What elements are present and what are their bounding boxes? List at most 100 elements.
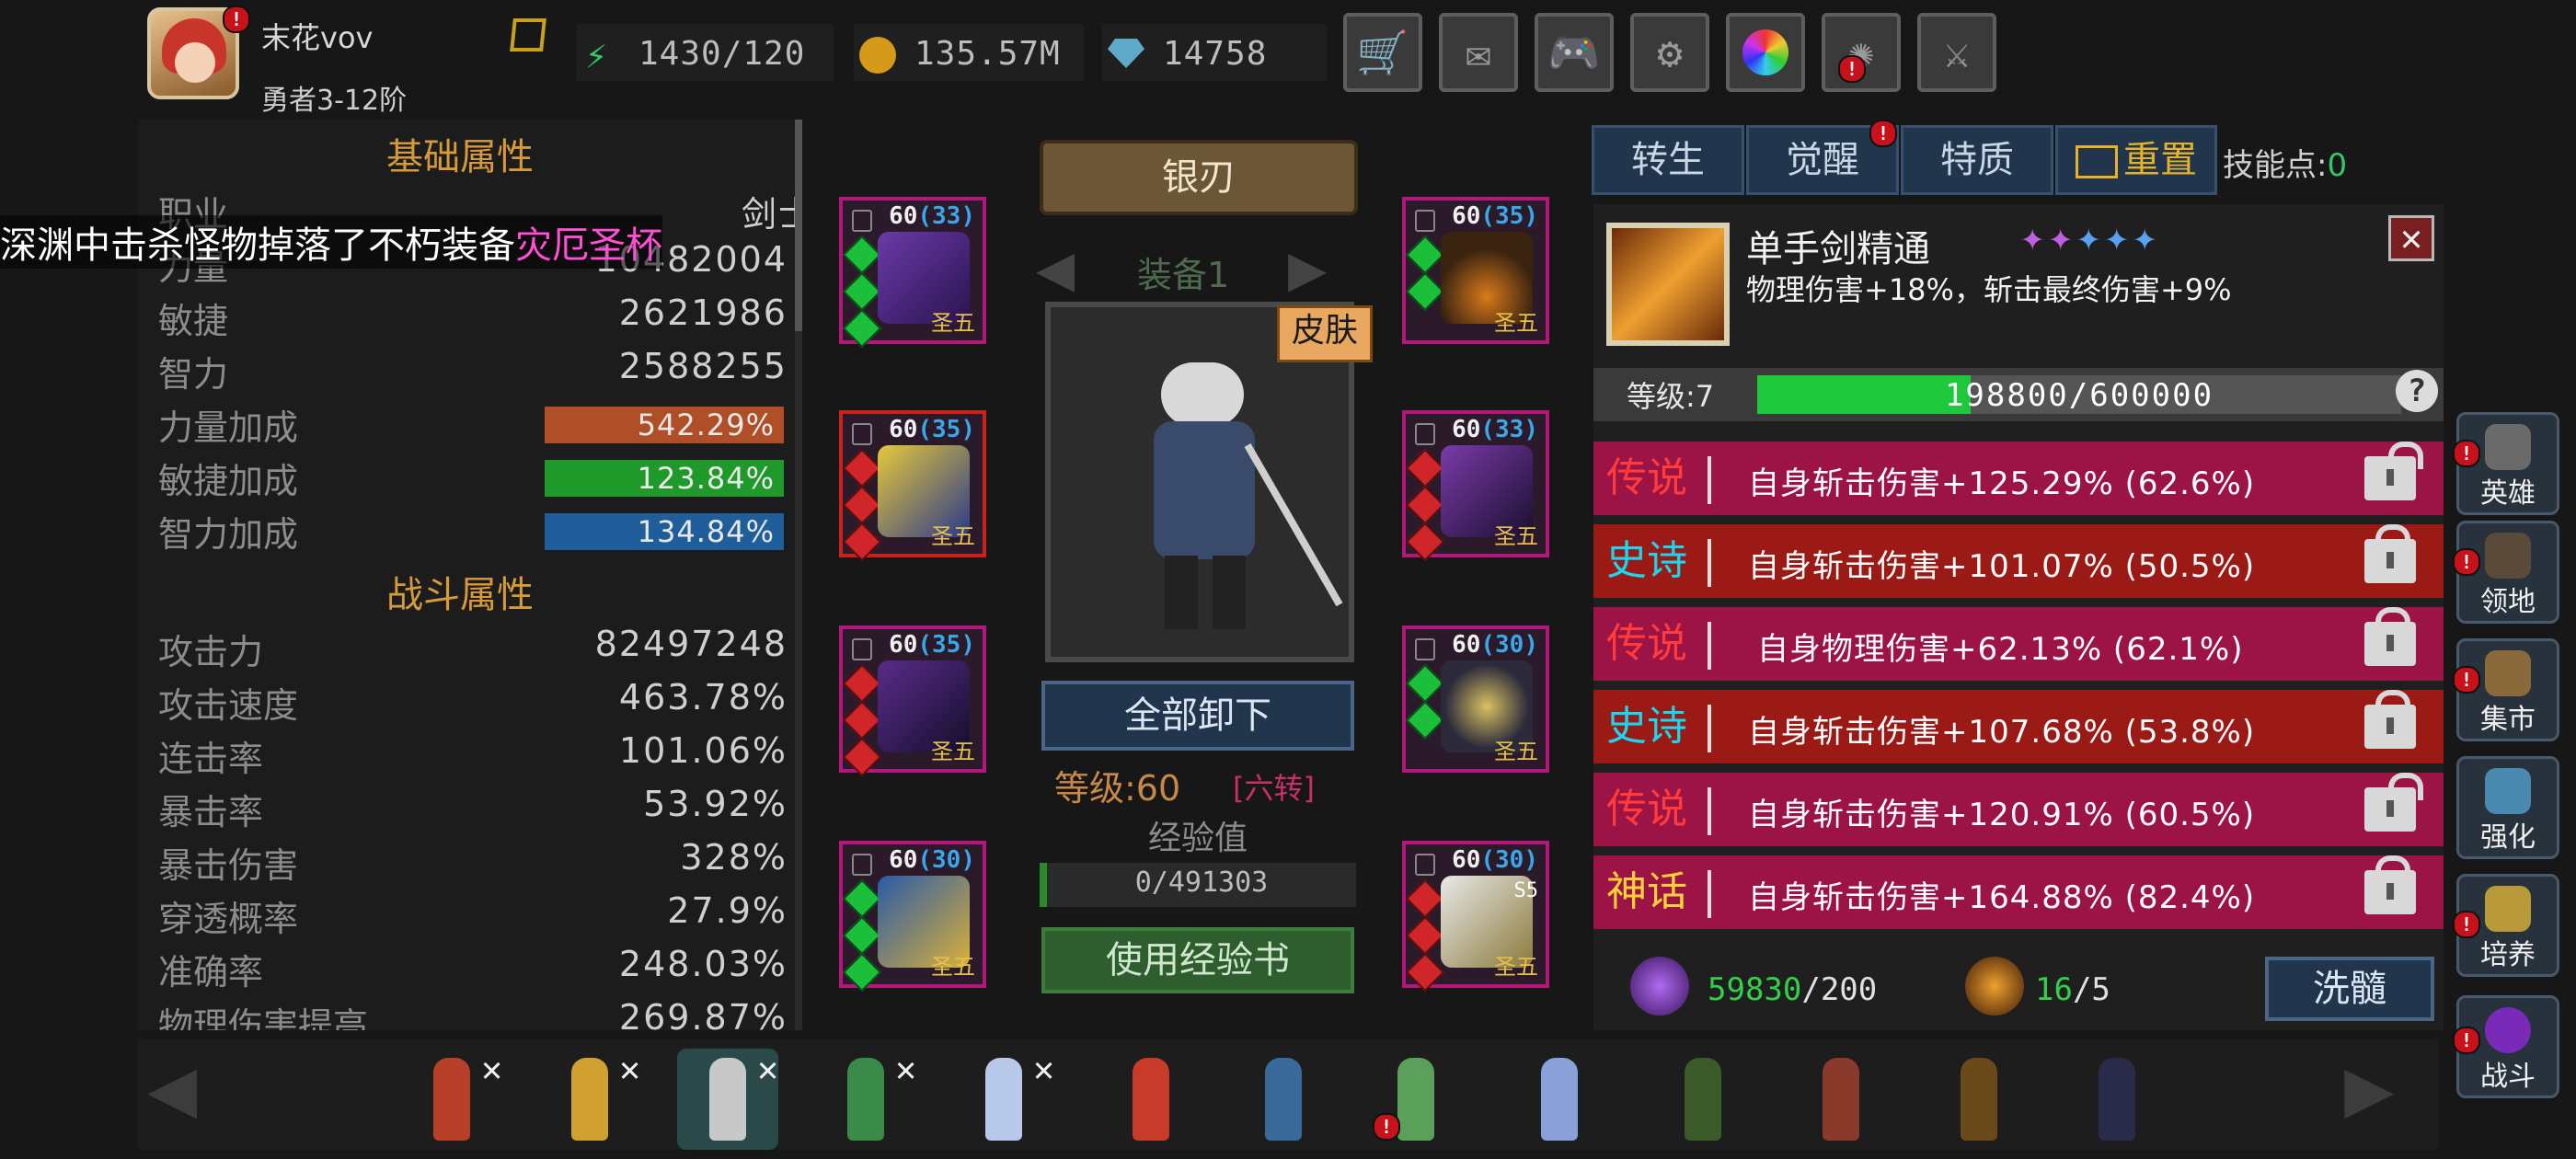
necklace-slot[interactable]: 60(35) 圣五 xyxy=(1402,197,1549,344)
roster-hero[interactable]: ✕ xyxy=(401,1049,502,1150)
armor-slot[interactable]: 60(35) 圣五 xyxy=(839,625,986,777)
roster-next-arrow[interactable]: ▶ xyxy=(2344,1039,2394,1136)
skill-points-label: 技能点: xyxy=(2223,147,2328,184)
affix-row: 传说 自身斩击伤害+125.29% (62.6%) xyxy=(1593,442,2444,515)
stat-row-agility: 敏捷 2621986 xyxy=(158,293,800,344)
reset-button[interactable]: 重置 xyxy=(2055,125,2217,195)
skill-exp-value: 198800/600000 xyxy=(1944,377,2214,414)
roster-hero[interactable] xyxy=(1509,1049,1610,1150)
color-wheel-icon xyxy=(1742,29,1788,75)
skin-button[interactable]: 皮肤 xyxy=(1277,305,1373,362)
help-icon[interactable]: ? xyxy=(2396,370,2438,412)
boots-slot[interactable]: 60(30) 圣五 xyxy=(839,841,986,993)
affix-text: 自身物理伤害+62.13% (62.1%) xyxy=(1757,631,2244,668)
roster-hero[interactable]: ✕ xyxy=(815,1049,916,1150)
stat-value: 269.87% xyxy=(618,997,788,1030)
mail-icon: ✉ xyxy=(1466,28,1491,77)
hero-rebirth-tag: [六转] xyxy=(1233,771,1315,806)
stat-value: 463.78% xyxy=(618,677,788,717)
ring-slot[interactable]: 60(30) 圣五 xyxy=(1402,625,1549,773)
stat-label: 智力 xyxy=(158,354,229,395)
next-loadout-arrow[interactable]: ▶ xyxy=(1288,230,1327,305)
roster-hero[interactable] xyxy=(1100,1049,1202,1150)
stat-label: 攻击速度 xyxy=(158,685,299,726)
fireworks-alert-badge: ! xyxy=(1838,55,1866,83)
slot-extra: S5 xyxy=(1513,879,1539,902)
gold-coin-icon xyxy=(859,37,896,74)
affix-row: 史诗 自身斩击伤害+101.07% (50.5%) xyxy=(1593,524,2444,598)
roster-hero[interactable]: ✕ xyxy=(539,1049,640,1150)
stat-row-attack: 攻击力 82497248 xyxy=(158,624,800,675)
roster-hero[interactable] xyxy=(1790,1049,1892,1150)
lock-icon[interactable] xyxy=(2364,524,2416,583)
stat-value: 101.06% xyxy=(618,730,788,771)
unlock-icon[interactable] xyxy=(2364,442,2423,500)
stat-row-crit-rate: 暴击率 53.92% xyxy=(158,784,800,835)
side-enhance-button[interactable]: 强化 xyxy=(2456,756,2559,859)
roster-hero[interactable] xyxy=(2066,1049,2168,1150)
stat-row-attack-speed: 攻击速度 463.78% xyxy=(158,677,800,729)
player-name: 末花vov xyxy=(261,20,374,55)
roster-hero[interactable] xyxy=(1233,1049,1334,1150)
wash-stone-icon xyxy=(1630,957,1689,1016)
stat-label: 敏捷 xyxy=(158,301,229,341)
basic-stats-title: 基础属性 xyxy=(386,136,534,178)
announcement-item-name[interactable]: 灾厄圣杯 xyxy=(515,224,662,267)
affix-quality: 史诗 xyxy=(1606,537,1687,584)
unlock-icon[interactable] xyxy=(2364,773,2423,832)
tab-trait[interactable]: 特质 xyxy=(1901,125,2053,195)
affix-text: 自身斩击伤害+101.07% (50.5%) xyxy=(1748,548,2256,585)
loadout-tab[interactable]: 装备1 xyxy=(1137,247,1229,297)
stat-label: 暴击伤害 xyxy=(158,845,299,886)
mail-button[interactable]: ✉ xyxy=(1439,13,1518,92)
color-wheel-button[interactable] xyxy=(1726,13,1805,92)
stat-row-agility-bonus: 敏捷加成 123.84% xyxy=(158,453,800,504)
use-exp-book-button[interactable]: 使用经验书 xyxy=(1041,927,1354,993)
hero-name-banner: 银刃 xyxy=(1040,140,1358,215)
stat-label: 物理伤害提高 xyxy=(158,1005,369,1030)
stat-label: 穿透概率 xyxy=(158,899,299,939)
crossed-swords-icon: ⚔ xyxy=(1944,28,1970,77)
roster-hero-selected[interactable]: ✕ xyxy=(677,1049,778,1150)
wash-stone-count: 59830/200 xyxy=(1708,971,1878,1008)
avatar-alert-badge: ! xyxy=(223,6,250,33)
intellect-bonus-bar: 134.84% xyxy=(545,513,784,550)
stat-label: 准确率 xyxy=(158,952,264,993)
unequip-all-button[interactable]: 全部卸下 xyxy=(1041,681,1354,751)
sword-slot[interactable]: 60(30) S5 圣五 xyxy=(1402,841,1549,993)
tab-rebirth[interactable]: 转生 xyxy=(1592,125,1744,195)
combat-stats-title: 战斗属性 xyxy=(386,574,534,616)
stat-label: 智力加成 xyxy=(158,514,299,555)
roster-hero[interactable] xyxy=(1928,1049,2030,1150)
gloves-slot[interactable]: 60(33) 圣五 xyxy=(1402,410,1549,562)
slot-grade: 圣五 xyxy=(931,523,975,549)
flame-crystal-count: 16/5 xyxy=(2035,971,2110,1008)
affix-text: 自身斩击伤害+120.91% (60.5%) xyxy=(1748,797,2256,833)
weapon-slot[interactable]: 60(33) 圣五 xyxy=(839,197,986,349)
affix-text: 自身斩击伤害+107.68% (53.8%) xyxy=(1748,714,2256,751)
affix-quality: 神话 xyxy=(1606,868,1687,915)
stat-value: 剑士 xyxy=(741,194,800,235)
settings-button[interactable]: ⚙ xyxy=(1630,13,1709,92)
roster-prev-arrow[interactable]: ◀ xyxy=(147,1039,197,1136)
stat-value: 27.9% xyxy=(667,890,788,931)
stat-value: 328% xyxy=(680,837,788,878)
prev-loadout-arrow[interactable]: ◀ xyxy=(1036,230,1075,305)
slot-grade: 圣五 xyxy=(1494,523,1538,549)
stat-value: 248.03% xyxy=(618,944,788,984)
shop-cart-button[interactable]: 🛒 xyxy=(1343,13,1422,92)
gamepad-button[interactable]: 🎮 xyxy=(1535,13,1614,92)
roster-hero[interactable] xyxy=(1652,1049,1754,1150)
wash-button[interactable]: 洗髓 xyxy=(2265,957,2434,1021)
close-icon[interactable]: ✕ xyxy=(2388,215,2434,261)
lock-icon[interactable] xyxy=(2364,607,2416,666)
lock-icon[interactable] xyxy=(2364,855,2416,914)
battle-button[interactable]: ⚔ xyxy=(1917,13,1996,92)
roster-hero[interactable]: ✕ xyxy=(953,1049,1054,1150)
edit-name-icon[interactable] xyxy=(510,18,546,52)
stat-row-combo: 连击率 101.06% xyxy=(158,730,800,782)
stats-scrollbar[interactable] xyxy=(795,120,802,1030)
affix-text: 自身斩击伤害+164.88% (82.4%) xyxy=(1748,879,2256,916)
lock-icon[interactable] xyxy=(2364,690,2416,749)
cape-slot[interactable]: 60(35) 圣五 xyxy=(839,410,986,562)
